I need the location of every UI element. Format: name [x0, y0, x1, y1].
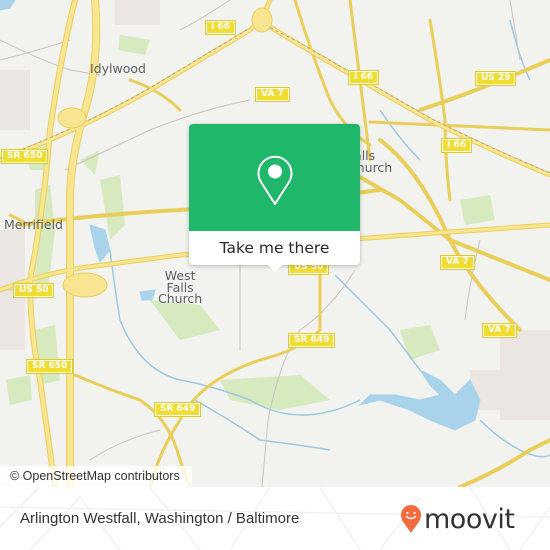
road-shield-i66: I 66 — [204, 20, 237, 35]
water-body — [139, 289, 156, 301]
park-area — [220, 375, 330, 410]
minor-road — [89, 429, 161, 461]
stream — [479, 419, 550, 458]
residential-area — [115, 0, 160, 25]
take-me-there-button[interactable]: Take me there — [189, 231, 360, 265]
park-area — [460, 195, 495, 225]
road-shield-va7: VA 7 — [255, 87, 290, 102]
park-area — [6, 375, 32, 405]
interchange — [62, 272, 108, 298]
popup-header[interactable] — [189, 124, 360, 231]
residential-area — [0, 70, 30, 130]
park-area — [150, 300, 220, 340]
take-me-there-popup[interactable]: Take me there — [189, 124, 360, 272]
stream — [194, 399, 331, 451]
road-north3 — [428, 18, 452, 202]
road-shield-sr649: SR 649 — [287, 333, 336, 348]
interchange — [251, 7, 273, 33]
place-label-merrifield: Merrifield — [4, 217, 63, 232]
map[interactable]: Idylwood Merrifield West Falls Church Fa… — [0, 0, 550, 487]
water-body — [0, 0, 16, 11]
stream — [334, 274, 421, 371]
road-shield-i66: I 66 — [347, 70, 380, 85]
moovit-logo[interactable]: moovit — [400, 501, 515, 537]
road-shield-us50: US 50 — [12, 283, 55, 298]
location-caption: Arlington Westfall, Washington / Baltimo… — [20, 510, 300, 527]
park-area — [118, 35, 150, 55]
road-shield-us29: US 29 — [474, 71, 517, 86]
map-pin-icon — [257, 155, 293, 205]
park-area — [400, 325, 440, 360]
road-shield-sr649: SR 649 — [153, 402, 202, 417]
map-attribution[interactable]: © OpenStreetMap contributors — [0, 466, 192, 487]
water-body — [89, 224, 111, 263]
park-area — [80, 150, 100, 175]
road-shield-sr650: SR 650 — [25, 359, 74, 374]
footer-bar: Arlington Westfall, Washington / Baltimo… — [0, 487, 550, 550]
minor-road — [509, 0, 521, 61]
road-se — [458, 438, 550, 487]
residential-area — [500, 330, 550, 420]
minor-road — [0, 39, 101, 76]
water-body — [358, 368, 481, 431]
road-shield-i66: I 66 — [440, 138, 473, 153]
road-lee — [368, 120, 550, 132]
interchange — [57, 107, 87, 129]
moovit-wordmark: moovit — [424, 503, 515, 535]
place-label-idylwood: Idylwood — [90, 61, 146, 76]
road-shield-va7: VA 7 — [482, 323, 517, 338]
road-shield-va7: VA 7 — [440, 255, 475, 270]
place-label-west-falls-church: West Falls Church — [158, 268, 203, 306]
road-shield-sr650: SR 650 — [0, 149, 49, 164]
moovit-pin-icon — [401, 505, 421, 533]
popup-pointer — [267, 264, 283, 272]
